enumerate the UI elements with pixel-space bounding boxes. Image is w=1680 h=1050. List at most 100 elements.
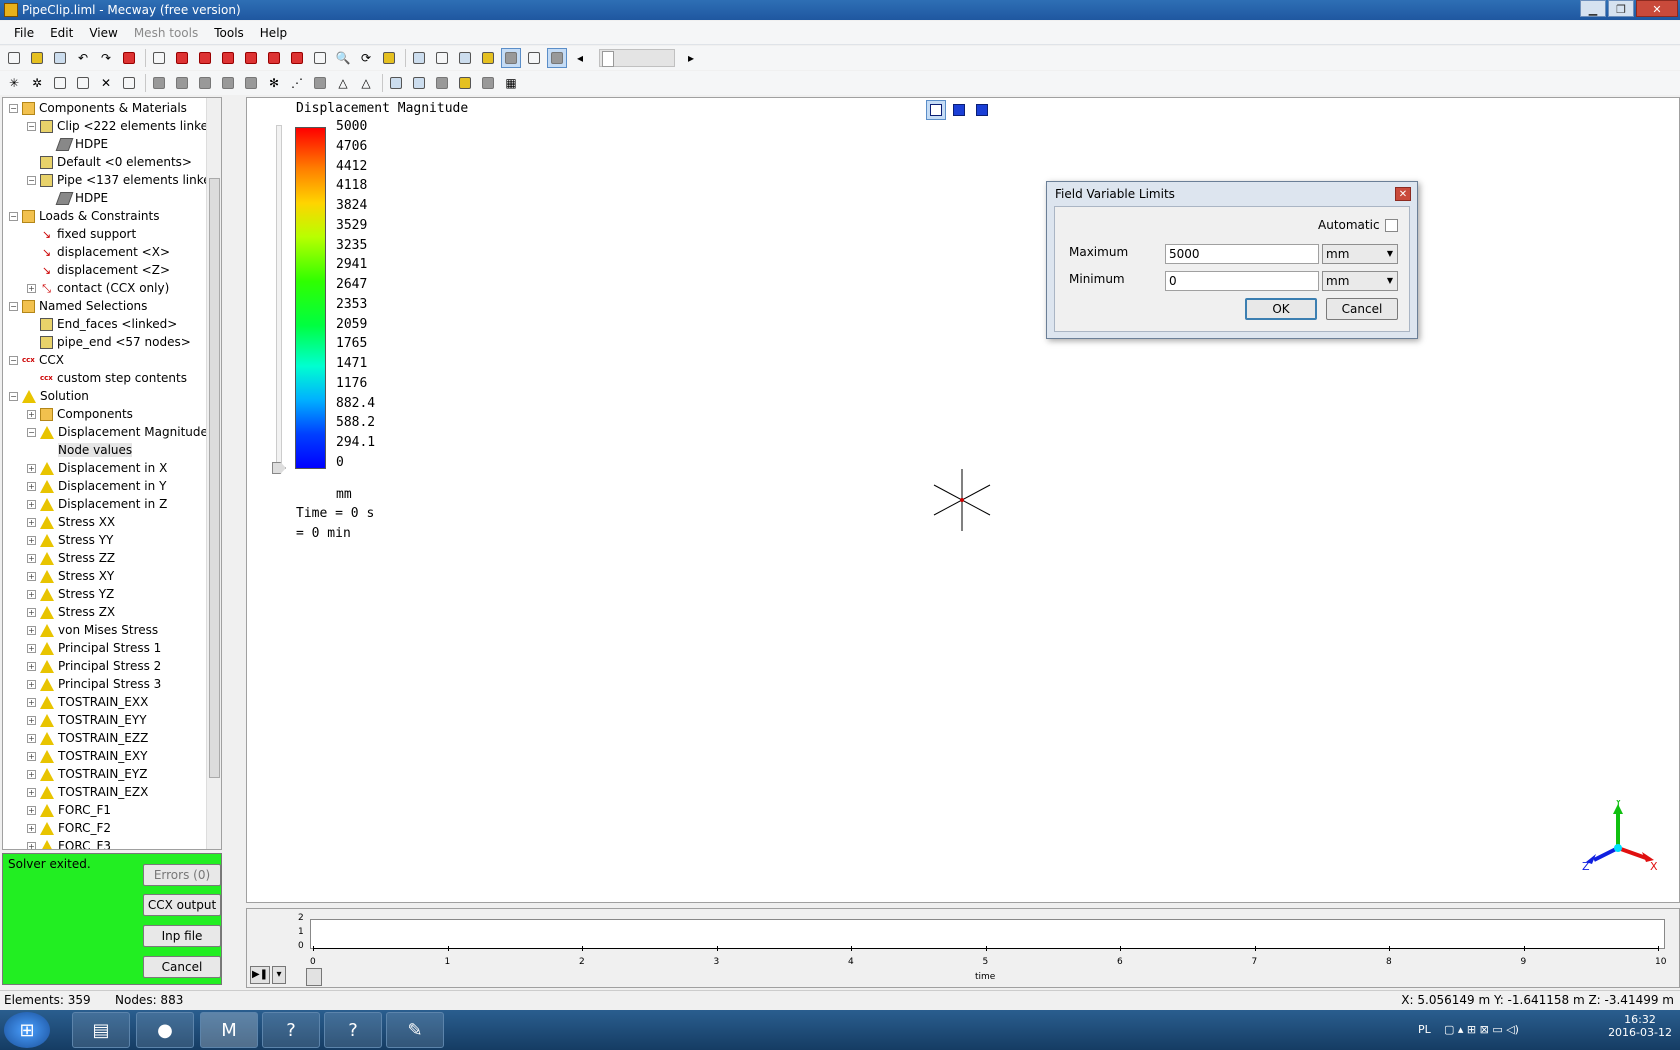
- expand-icon[interactable]: +: [27, 752, 36, 761]
- tree-node[interactable]: − Solution: [9, 388, 89, 405]
- tree-node[interactable]: + Displacement in Y: [27, 478, 166, 495]
- expand-icon[interactable]: +: [27, 644, 36, 653]
- tree-node[interactable]: − Loads & Constraints: [9, 208, 160, 225]
- expand-icon[interactable]: +: [27, 608, 36, 617]
- collapse-icon[interactable]: −: [9, 392, 18, 401]
- solid-edges-view-icon[interactable]: [972, 100, 992, 120]
- collapse-icon[interactable]: −: [27, 176, 36, 185]
- select-element-icon[interactable]: [73, 73, 93, 93]
- menu-tools[interactable]: Tools: [206, 26, 252, 40]
- rotate-icon[interactable]: ⟳: [356, 48, 376, 68]
- show-icon[interactable]: [172, 73, 192, 93]
- shaded-view-icon[interactable]: [501, 48, 521, 68]
- maximum-unit-select[interactable]: mm: [1322, 244, 1398, 264]
- menu-mesh-tools[interactable]: Mesh tools: [126, 26, 206, 40]
- deselect-icon[interactable]: ✕: [96, 73, 116, 93]
- tree-node[interactable]: + Displacement in Z: [27, 496, 167, 513]
- triangle-tool-icon[interactable]: △: [333, 73, 353, 93]
- errors-button[interactable]: Errors (0): [143, 864, 221, 886]
- mesh-edges-icon[interactable]: [547, 48, 567, 68]
- triangle-warn-icon[interactable]: △: [356, 73, 376, 93]
- expand-icon[interactable]: +: [27, 410, 36, 419]
- tree-node[interactable]: + TOSTRAIN_EZZ: [27, 730, 148, 747]
- expand-icon[interactable]: +: [27, 680, 36, 689]
- grid-options-icon[interactable]: [478, 73, 498, 93]
- table-icon[interactable]: ▦: [501, 73, 521, 93]
- tree-node[interactable]: + Principal Stress 3: [27, 676, 161, 693]
- expand-icon[interactable]: +: [27, 734, 36, 743]
- expand-icon[interactable]: +: [27, 500, 36, 509]
- ccx-output-button[interactable]: CCX output: [143, 894, 221, 916]
- tree-node[interactable]: + Stress ZX: [27, 604, 115, 621]
- tree-node[interactable]: ↘ fixed support: [27, 226, 136, 243]
- trash-icon[interactable]: [195, 73, 215, 93]
- expand-icon[interactable]: +: [27, 698, 36, 707]
- tree-node[interactable]: End_faces <linked>: [27, 316, 177, 333]
- tree-node[interactable]: + FORC_F2: [27, 820, 111, 837]
- tree-node[interactable]: + Stress YY: [27, 532, 113, 549]
- time-plot[interactable]: [310, 919, 1665, 949]
- tree-scrollbar[interactable]: [206, 98, 221, 849]
- language-indicator[interactable]: PL: [1418, 1023, 1431, 1036]
- expand-icon[interactable]: +: [27, 572, 36, 581]
- collapse-icon[interactable]: −: [27, 428, 36, 437]
- firefox-icon[interactable]: ●: [136, 1012, 194, 1048]
- explorer-icon[interactable]: ▤: [72, 1012, 130, 1048]
- help-file-icon[interactable]: ?: [262, 1012, 320, 1048]
- play-pause-button[interactable]: ▶❚: [250, 966, 270, 984]
- link-icon[interactable]: [218, 73, 238, 93]
- collapse-icon[interactable]: −: [9, 356, 18, 365]
- solid-icon[interactable]: [432, 73, 452, 93]
- expand-icon[interactable]: +: [27, 842, 36, 849]
- expand-icon[interactable]: +: [27, 788, 36, 797]
- view-top-icon[interactable]: [264, 48, 284, 68]
- select-box-icon[interactable]: [50, 73, 70, 93]
- solid-view-icon[interactable]: [949, 100, 969, 120]
- tree-node[interactable]: − Named Selections: [9, 298, 147, 315]
- start-button[interactable]: ⊞: [4, 1012, 50, 1048]
- clock[interactable]: 16:32 2016-03-12: [1608, 1013, 1672, 1039]
- expand-icon[interactable]: +: [27, 482, 36, 491]
- paint-icon[interactable]: ✎: [386, 1012, 444, 1048]
- dialog-close-icon[interactable]: ✕: [1395, 187, 1411, 201]
- tree-node[interactable]: ccx custom step contents: [27, 370, 187, 387]
- mecway-icon[interactable]: M: [200, 1012, 258, 1048]
- outline-view-icon[interactable]: [926, 100, 946, 120]
- automatic-checkbox[interactable]: [1385, 219, 1398, 232]
- tree-node[interactable]: + FORC_F3: [27, 838, 111, 849]
- tray-icons[interactable]: ▢ ▴ ⊞ ⊠ ▭ ◁): [1444, 1023, 1519, 1036]
- view-right-icon[interactable]: [241, 48, 261, 68]
- deformed-icon[interactable]: [455, 48, 475, 68]
- deformation-scale-slider[interactable]: [599, 49, 675, 67]
- tree-node[interactable]: − Clip <222 elements linked>: [27, 118, 221, 135]
- section-icon[interactable]: [432, 48, 452, 68]
- tree-node[interactable]: Default <0 elements>: [27, 154, 192, 171]
- wireframe-icon[interactable]: [524, 48, 544, 68]
- tree-node[interactable]: − Components & Materials: [9, 100, 187, 117]
- expand-icon[interactable]: +: [27, 536, 36, 545]
- expand-icon[interactable]: +: [27, 770, 36, 779]
- expand-icon[interactable]: +: [27, 284, 36, 293]
- tree-node[interactable]: ↘ displacement <X>: [27, 244, 170, 261]
- edge-tool-icon[interactable]: ⋰: [287, 73, 307, 93]
- select-nodes-icon[interactable]: ✳: [4, 73, 24, 93]
- tree-node[interactable]: Node values: [45, 442, 133, 459]
- inp-file-button[interactable]: Inp file: [143, 925, 221, 947]
- tree-node[interactable]: + ⤡ contact (CCX only): [27, 280, 169, 297]
- redo-icon[interactable]: ↷: [96, 48, 116, 68]
- tree-node[interactable]: + TOSTRAIN_EYZ: [27, 766, 147, 783]
- restore-button[interactable]: ❐: [1608, 0, 1634, 17]
- tree-node[interactable]: HDPE: [45, 136, 108, 153]
- zoom-box-icon[interactable]: [310, 48, 330, 68]
- tree-node[interactable]: + Principal Stress 1: [27, 640, 161, 657]
- solve-ccx-icon[interactable]: [119, 48, 139, 68]
- tree-node[interactable]: HDPE: [45, 190, 108, 207]
- zoom-fit-icon[interactable]: [379, 48, 399, 68]
- save-icon[interactable]: [50, 48, 70, 68]
- hide-icon[interactable]: [149, 73, 169, 93]
- select-connected-icon[interactable]: [119, 73, 139, 93]
- tree-node[interactable]: + FORC_F1: [27, 802, 111, 819]
- select-faces-icon[interactable]: ✲: [27, 73, 47, 93]
- scroll-left-icon[interactable]: ◂: [570, 48, 590, 68]
- menu-edit[interactable]: Edit: [42, 26, 81, 40]
